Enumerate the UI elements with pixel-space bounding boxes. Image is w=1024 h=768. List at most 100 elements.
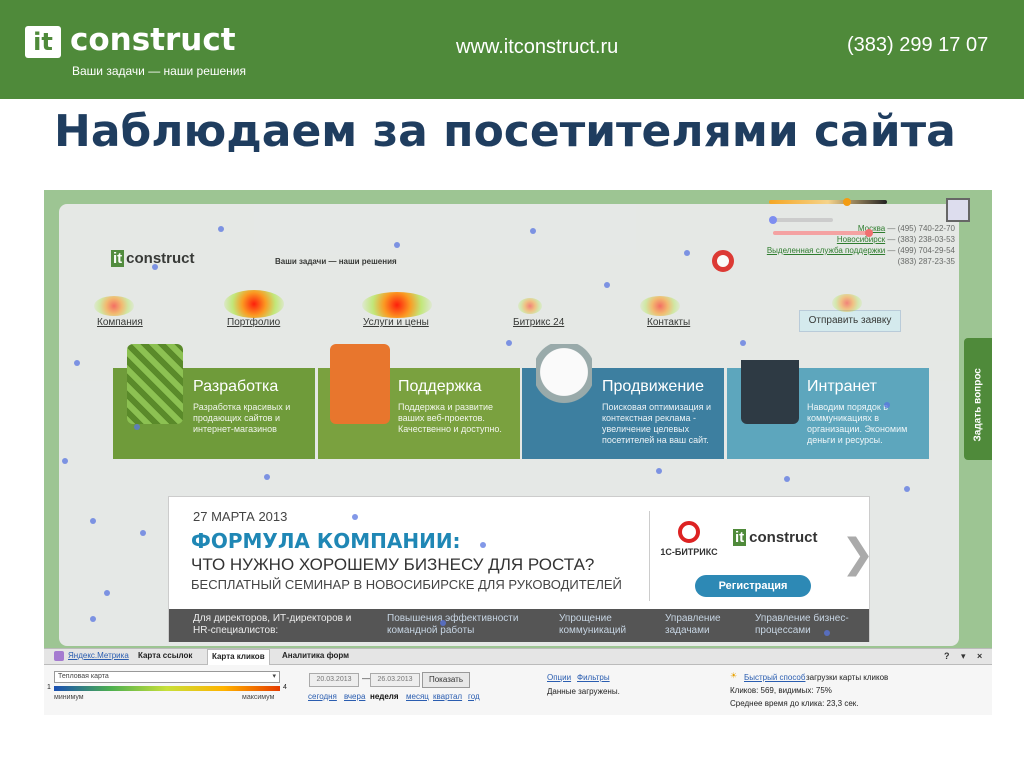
contact-support-2: (383) 287-23-35 bbox=[897, 257, 955, 266]
heatmap-spot bbox=[640, 296, 680, 316]
range-max-number: 4 bbox=[283, 684, 287, 691]
menu-company[interactable]: Компания bbox=[97, 317, 143, 328]
logo-word: construct bbox=[70, 22, 236, 58]
click-dot bbox=[152, 264, 158, 270]
metrika-logo-icon bbox=[54, 651, 64, 661]
tile-promotion[interactable]: Продвижение Поисковая оптимизация и конт… bbox=[522, 344, 724, 459]
heatmap-spot bbox=[832, 294, 862, 312]
banner-itc-logo: it construct bbox=[733, 529, 818, 546]
click-dot bbox=[62, 458, 68, 464]
click-dot bbox=[904, 486, 910, 492]
opacity-slider[interactable] bbox=[769, 200, 887, 204]
register-button[interactable]: Регистрация bbox=[695, 575, 811, 597]
seminar-banner[interactable]: 27 МАРТА 2013 ФОРМУЛА КОМПАНИИ: ЧТО НУЖН… bbox=[168, 496, 875, 642]
menu-services[interactable]: Услуги и цены bbox=[363, 317, 429, 328]
ask-question-tab[interactable]: Задать вопрос bbox=[964, 338, 992, 460]
bitrix-logo: 1С-БИТРИКС bbox=[659, 521, 719, 557]
site-tagline: Ваши задачи — наши решения bbox=[275, 257, 397, 266]
collapse-icon[interactable]: ▾ bbox=[961, 651, 966, 662]
range-min-number: 1 bbox=[47, 684, 51, 691]
click-dot bbox=[604, 282, 610, 288]
scale-slider[interactable] bbox=[773, 218, 833, 222]
send-request-button[interactable]: Отправить заявку bbox=[799, 310, 901, 332]
period-year[interactable]: год bbox=[468, 692, 480, 701]
intensity-slider[interactable] bbox=[773, 231, 871, 235]
period-yesterday[interactable]: вчера bbox=[344, 692, 365, 701]
date-to-input[interactable]: 26.03.2013 bbox=[370, 673, 420, 687]
heatmap-spot bbox=[94, 296, 134, 316]
menu-portfolio[interactable]: Портфолио bbox=[227, 317, 280, 328]
click-dot bbox=[824, 630, 830, 636]
site-url: www.itconstruct.ru bbox=[456, 36, 619, 58]
click-dot bbox=[218, 226, 224, 232]
data-loaded-status: Данные загружены. bbox=[547, 687, 620, 696]
menu-bitrix24[interactable]: Битрикс 24 bbox=[513, 317, 564, 328]
window-toggle-icon[interactable] bbox=[946, 198, 970, 222]
period-month[interactable]: месяц bbox=[406, 692, 429, 701]
click-dot bbox=[394, 242, 400, 248]
help-icon[interactable]: ? bbox=[944, 651, 950, 661]
intensity-slider-thumb[interactable] bbox=[865, 229, 873, 237]
date-separator: — bbox=[362, 674, 370, 683]
fast-method-text: загрузки карты кликов bbox=[806, 673, 889, 682]
filters-link[interactable]: Фильтры bbox=[577, 673, 610, 682]
lightbulb-icon bbox=[536, 344, 592, 424]
map-type-select[interactable]: Тепловая карта ▾ bbox=[54, 671, 280, 683]
tab-link-map[interactable]: Карта ссылок bbox=[138, 651, 192, 660]
phone-number: (383) 299 17 07 bbox=[847, 34, 989, 56]
click-dot bbox=[134, 424, 140, 430]
avg-time-stat: Среднее время до клика: 23,3 сек. bbox=[730, 699, 859, 708]
period-today[interactable]: сегодня bbox=[308, 692, 337, 701]
tagline: Ваши задачи — наши решения bbox=[72, 64, 246, 78]
click-dot bbox=[264, 474, 270, 480]
cubes-house-icon bbox=[127, 344, 183, 424]
click-dot bbox=[440, 620, 446, 626]
color-scale bbox=[54, 686, 280, 691]
sun-icon: ☀ bbox=[730, 671, 738, 680]
scale-slider-thumb[interactable] bbox=[769, 216, 777, 224]
slide-title: Наблюдаем за посетителями сайта bbox=[54, 106, 956, 157]
slide-header: it construct Ваши задачи — наши решения … bbox=[0, 0, 1024, 99]
click-dot bbox=[90, 616, 96, 622]
banner-headline: ФОРМУЛА КОМПАНИИ: bbox=[191, 529, 461, 553]
tile-development[interactable]: Разработка Разработка красивых и продающ… bbox=[113, 344, 315, 459]
click-dot bbox=[90, 518, 96, 524]
chevron-right-icon[interactable]: ❯ bbox=[841, 531, 875, 577]
date-from-input[interactable]: 20.03.2013 bbox=[309, 673, 359, 687]
click-dot bbox=[740, 340, 746, 346]
click-dot bbox=[506, 340, 512, 346]
click-dot bbox=[684, 250, 690, 256]
menu-contacts[interactable]: Контакты bbox=[647, 317, 690, 328]
heatmap-sliders[interactable] bbox=[769, 194, 891, 237]
chevron-down-icon: ▾ bbox=[272, 673, 276, 680]
contact-support: Выделенная служба поддержки — (499) 704-… bbox=[766, 246, 955, 255]
click-dot bbox=[74, 360, 80, 366]
click-dot bbox=[104, 590, 110, 596]
click-dot bbox=[884, 402, 890, 408]
click-dot bbox=[530, 228, 536, 234]
close-icon[interactable]: × bbox=[977, 651, 982, 661]
opacity-slider-thumb[interactable] bbox=[843, 198, 851, 206]
bitrix-icon bbox=[678, 521, 700, 543]
metrika-brand-link[interactable]: Яндекс.Метрика bbox=[68, 651, 129, 660]
options-link[interactable]: Опции bbox=[547, 673, 571, 682]
period-week[interactable]: неделя bbox=[370, 692, 399, 701]
clicks-stat: Кликов: 569, видимых: 75% bbox=[730, 686, 832, 695]
tile-support[interactable]: Поддержка Поддержка и развитие ваших веб… bbox=[318, 344, 520, 459]
logo-mark: it bbox=[25, 26, 61, 58]
metrika-panel: Яндекс.Метрика Карта ссылок Карта кликов… bbox=[44, 648, 992, 715]
click-dot bbox=[656, 468, 662, 474]
banner-line3: БЕСПЛАТНЫЙ СЕМИНАР В НОВОСИБИРСКЕ ДЛЯ РУ… bbox=[191, 577, 622, 592]
period-quarter[interactable]: квартал bbox=[433, 692, 462, 701]
life-vest-icon bbox=[330, 344, 390, 424]
fast-method-link[interactable]: Быстрый способ bbox=[744, 673, 805, 682]
banner-divider bbox=[649, 511, 650, 601]
heatmap-spot bbox=[362, 292, 432, 318]
tile-intranet[interactable]: Интранет Наводим порядок в коммуникациях… bbox=[727, 344, 929, 459]
tab-form-analytics[interactable]: Аналитика форм bbox=[282, 651, 349, 660]
tab-click-map[interactable]: Карта кликов bbox=[207, 649, 270, 665]
click-dot bbox=[352, 514, 358, 520]
heatmap-spot bbox=[518, 298, 542, 314]
banner-footer: Для директоров, ИТ-директоров и HR-специ… bbox=[169, 609, 869, 642]
show-button[interactable]: Показать bbox=[422, 672, 470, 688]
